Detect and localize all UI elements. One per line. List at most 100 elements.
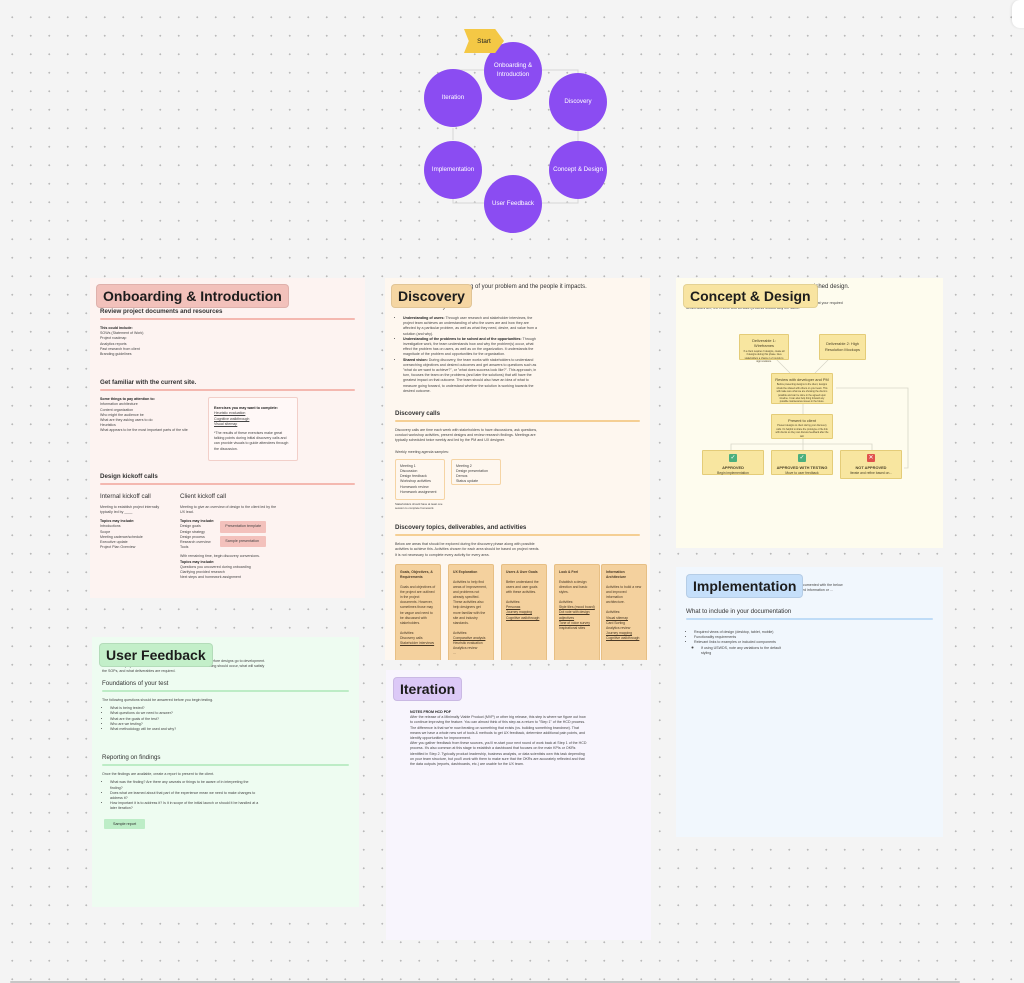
- goal-text: During discovery, the team works with st…: [403, 357, 537, 393]
- not-approved-node[interactable]: ✕ NOT APPROVED Iterate and refine based …: [840, 450, 902, 479]
- foundations-intro: The following questions should be answer…: [102, 698, 214, 702]
- activity-card-title: Users & User Goals: [506, 569, 538, 574]
- concept-design-tag[interactable]: Concept & Design: [683, 284, 818, 308]
- presentation-template-button[interactable]: Presentation template: [220, 521, 267, 533]
- exercises-note: *The results of these exercises make gre…: [214, 431, 289, 451]
- goal-item: Shared vision: During discovery, the tea…: [403, 358, 540, 394]
- reporting-list: What was the finding? Are there any cave…: [102, 780, 262, 811]
- list-item: Homework assignment: [400, 489, 437, 494]
- section-heading: Reporting on findings: [102, 754, 161, 762]
- section-heading: Design kickoff calls: [100, 472, 158, 480]
- activity-link[interactable]: Dot vote with design adjectives: [559, 610, 595, 620]
- iteration-section: Iteration NOTES FROM HCD PDF After the r…: [386, 670, 651, 940]
- discovery-headline: ...g of your problem and the people it i…: [465, 284, 587, 290]
- client-kickoff: Client kickoff call Meeting to give an o…: [180, 493, 280, 581]
- topics-label: Topics may include:: [100, 519, 135, 524]
- implementation-section: Implementation ...documented with the be…: [676, 567, 943, 837]
- calls-desc: Discovery calls are time each week with …: [395, 428, 538, 443]
- doc-list: Required views of design (desktop, table…: [686, 630, 786, 656]
- notes-paragraph: After the release of a Minimally Viable …: [410, 715, 586, 741]
- iteration-tag[interactable]: Iteration: [393, 677, 463, 701]
- flow-step-label: Concept & Design: [553, 165, 603, 173]
- list-item: Does what we learned about that part of …: [110, 791, 262, 801]
- process-flow-diagram: Onboarding & Introduction Discovery Conc…: [410, 20, 630, 240]
- activity-link[interactable]: Stakeholder interviews: [400, 641, 436, 646]
- approved-testing-node[interactable]: ✓ APPROVED WITH TESTING Move to user fee…: [771, 450, 833, 475]
- foundations-list: What is being tested? What questions do …: [102, 706, 349, 732]
- activity-card[interactable]: Users & User Goals Better understand the …: [501, 563, 547, 660]
- internal-kickoff-title: Internal kickoff call: [100, 492, 151, 500]
- goal-label: Shared vision:: [403, 357, 428, 362]
- section-heading: What to include in your documentation: [686, 608, 792, 615]
- activity-card[interactable]: Information Architecture Activities to bu…: [601, 563, 647, 660]
- implementation-tag[interactable]: Implementation: [686, 574, 804, 598]
- onboarding-tag[interactable]: Onboarding & Introduction: [96, 284, 289, 308]
- concept-connectors: [730, 358, 909, 469]
- deliverable-wireframes-node[interactable]: Deliverable 1: Wireframes If a client re…: [739, 334, 789, 363]
- section-heading: Review project documents and resources: [100, 308, 223, 315]
- meeting-note: Stakeholders should have at least one se…: [395, 502, 443, 511]
- node-text: Iterate and refine based on...: [849, 471, 893, 476]
- list-item: Next steps and homework assignment: [180, 575, 241, 580]
- approved-node[interactable]: ✓ APPROVED Begin implementation: [702, 450, 764, 475]
- node-text: Begin implementation: [717, 471, 749, 476]
- section-heading: Foundations of your test: [102, 680, 169, 687]
- goals-list: Understanding of users: Through user res…: [395, 316, 540, 394]
- start-label: Start: [477, 37, 491, 45]
- activity-card[interactable]: UX Exploration Activities to help find ar…: [448, 563, 494, 660]
- user-feedback-tag[interactable]: User Feedback: [99, 643, 213, 667]
- list-intro: Some things to pay attention to:: [100, 397, 155, 402]
- activity-card-desc: Activities to help find areas of improve…: [453, 579, 487, 625]
- list-subitem: If using USWDS, note any variations to t…: [701, 646, 786, 656]
- toolbar-edge[interactable]: [1012, 0, 1024, 28]
- internal-kickoff: Internal kickoff call Meeting to establi…: [100, 493, 170, 581]
- docs-list: This could include: SOWs (Statement of W…: [100, 326, 355, 357]
- activity-card-title: Information Architecture: [606, 569, 626, 579]
- agenda-label: Weekly meeting agenda samples:: [395, 449, 449, 454]
- activity-item: Inspirational sites: [559, 625, 586, 630]
- sample-presentation-button[interactable]: Sample presentation: [220, 535, 267, 547]
- concept-design-section: Concept & Design ...ished design. ...req…: [676, 278, 943, 548]
- activity-card[interactable]: Look & Feel Establish a design direction …: [554, 563, 600, 660]
- node-text: Present designs to client during your di…: [775, 424, 829, 438]
- discovery-tag[interactable]: Discovery: [391, 284, 472, 308]
- implementation-intro: ...documented with the below ...ated inf…: [796, 583, 843, 593]
- list-item: Status update: [456, 479, 479, 484]
- topics-label: Topics may include:: [180, 519, 215, 524]
- divider: [100, 318, 355, 320]
- activity-link[interactable]: Cognitive walkthrough: [606, 636, 642, 641]
- meeting-2-box: Meeting 2 Design presentation Demos Stat…: [451, 458, 501, 485]
- node-title: APPROVED WITH TESTING: [776, 465, 828, 470]
- activity-card-title: Look & Feel: [559, 569, 579, 574]
- node-text: Move to user feedback: [785, 471, 819, 476]
- topics-label: Topics may include:: [180, 559, 215, 564]
- divider: [102, 690, 349, 692]
- flow-step-user-feedback[interactable]: User Feedback: [484, 175, 542, 233]
- flow-step-label: Discovery: [564, 97, 592, 105]
- activity-link[interactable]: Tone of voice survey: [559, 621, 595, 626]
- activity-card[interactable]: Goals, Objectives, & Requirements Goals a…: [395, 563, 441, 660]
- node-title: Deliverable 2: High Resolution Mockups: [824, 341, 861, 352]
- flow-step-concept[interactable]: Concept & Design: [549, 141, 607, 199]
- list-item: Project Plan Overview: [100, 545, 136, 550]
- flow-step-iteration[interactable]: Iteration: [424, 69, 482, 127]
- topics-desc: Below are areas that should be explored …: [395, 542, 540, 557]
- list-item: Branding guidelines: [100, 352, 132, 357]
- present-node[interactable]: Present to client Present designs to cli…: [771, 414, 833, 439]
- exercise-link[interactable]: Visual sitemap: [214, 422, 292, 427]
- activity-card-title: UX Exploration: [453, 569, 478, 574]
- list-intro: This could include:: [100, 326, 133, 330]
- node-title: Review with developer and PM: [775, 377, 829, 382]
- section-heading: Discovery calls: [395, 410, 441, 418]
- check-icon: ✓: [729, 454, 737, 462]
- goal-item: Understanding of users: Through user res…: [403, 316, 540, 337]
- activity-link[interactable]: Cognitive walkthrough: [506, 616, 542, 621]
- deliverable-mockups-node[interactable]: Deliverable 2: High Resolution Mockups: [819, 334, 866, 360]
- divider: [395, 420, 640, 423]
- flow-step-discovery[interactable]: Discovery: [549, 73, 607, 131]
- sample-report-button[interactable]: Sample report: [104, 818, 146, 829]
- flow-step-implementation[interactable]: Implementation: [424, 141, 482, 199]
- node-text: Before presenting designs to the client,…: [776, 383, 828, 404]
- goal-label: Understanding of the problems to be solv…: [403, 336, 522, 341]
- review-node[interactable]: Review with developer and PM Before pres…: [771, 373, 833, 404]
